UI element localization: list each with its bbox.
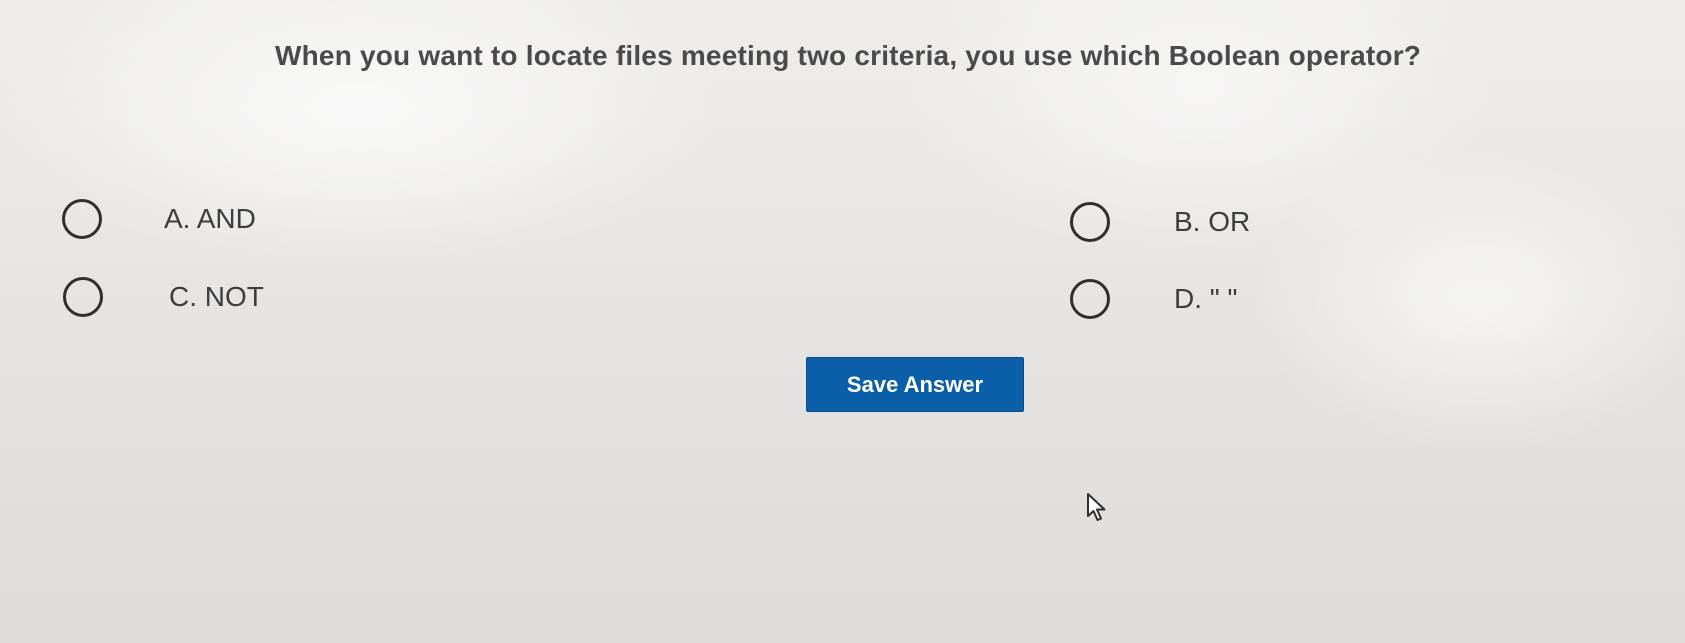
answer-option-b[interactable]: B. OR (1070, 202, 1250, 242)
quiz-screen: When you want to locate files meeting tw… (0, 0, 1685, 643)
radio-button-c[interactable] (63, 277, 103, 317)
option-label-d: D. " " (1174, 283, 1238, 314)
radio-button-b[interactable] (1070, 202, 1110, 242)
radio-button-a[interactable] (62, 199, 102, 239)
option-label-b: B. OR (1174, 206, 1251, 237)
answer-option-c[interactable]: C. NOT (63, 277, 264, 317)
option-label-a: A. AND (164, 203, 256, 234)
answer-option-a[interactable]: A. AND (62, 199, 256, 239)
option-label-c: C. NOT (169, 281, 264, 312)
save-answer-button[interactable]: Save Answer (806, 357, 1024, 412)
radio-button-d[interactable] (1070, 279, 1110, 319)
answer-option-d[interactable]: D. " " (1070, 279, 1237, 319)
mouse-pointer-icon (1087, 493, 1106, 521)
question-text: When you want to locate files meeting tw… (275, 40, 1422, 71)
